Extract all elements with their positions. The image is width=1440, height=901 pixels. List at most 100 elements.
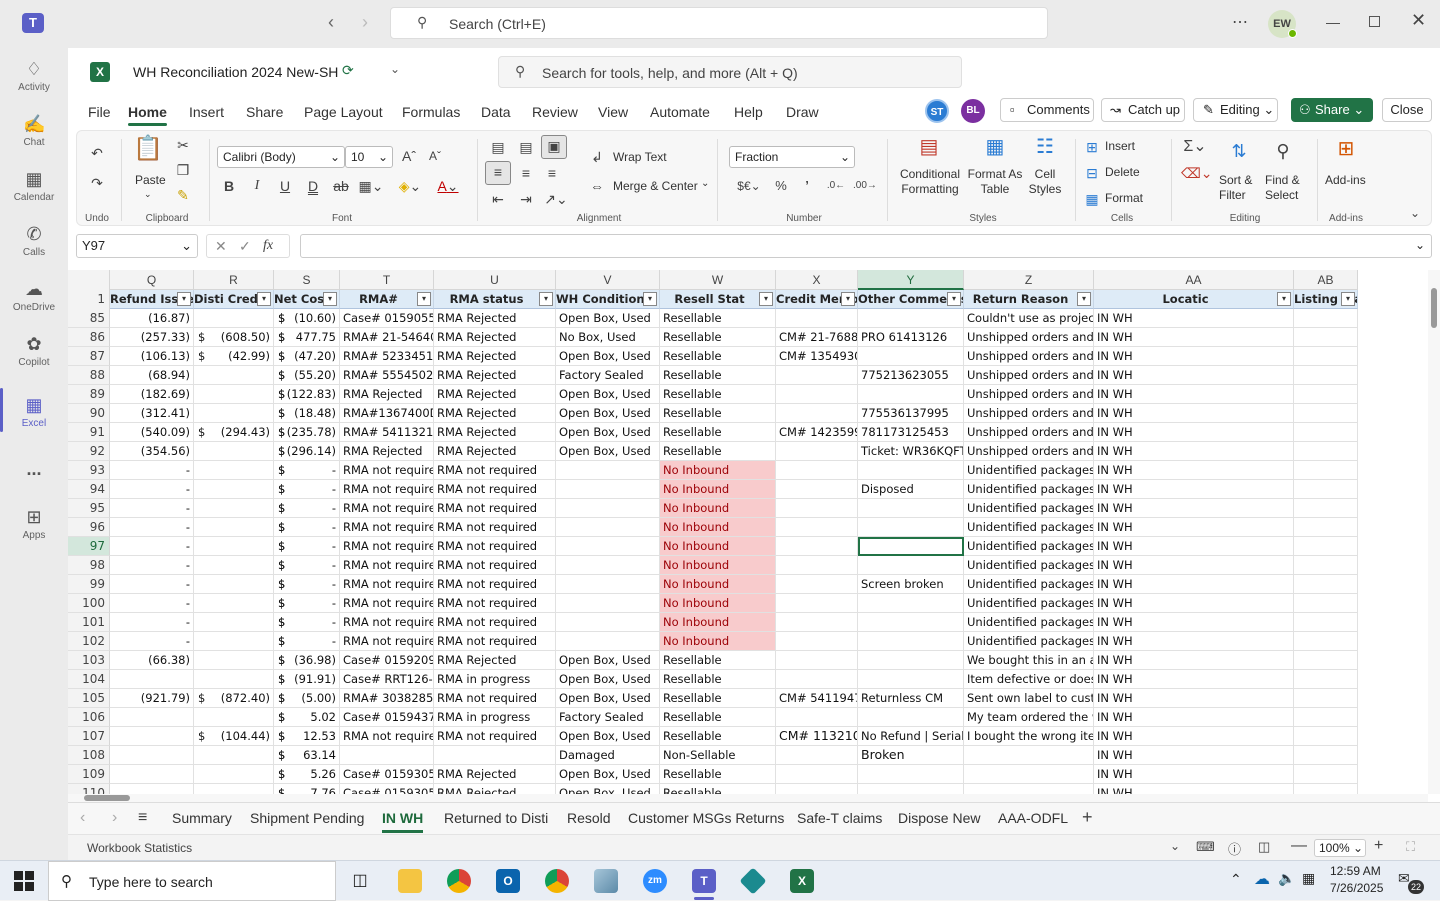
cell-w109[interactable]: Resellable [660,765,776,784]
insert-cells-button[interactable]: Insert [1105,139,1135,153]
cell-aa88[interactable]: IN WH [1094,366,1294,385]
tab-draw[interactable]: Draw [786,104,819,120]
next-sheet-icon[interactable]: › [112,809,117,827]
cell-aa101[interactable]: IN WH [1094,613,1294,632]
cell-t105[interactable]: RMA# 30382856 [340,689,434,708]
cut-icon[interactable]: ✂ [173,135,193,155]
cell-v108[interactable]: Damaged [556,746,660,765]
cell-z94[interactable]: Unidentified packages in wh [964,480,1094,499]
cell-s110[interactable]: $ $7.76 [274,784,340,794]
cell-z85[interactable]: Couldn't use as project finished [964,309,1094,328]
cell-r102[interactable] [194,632,274,651]
cell-x91[interactable]: CM# 142359980 [776,423,858,442]
delete-cells-button[interactable]: Delete [1105,165,1140,179]
cell-x105[interactable]: CM# 5411947801 [776,689,858,708]
cell-v93[interactable] [556,461,660,480]
cell-u105[interactable]: RMA not required [434,689,556,708]
cell-z109[interactable] [964,765,1094,784]
filter-dropdown-icon[interactable]: ▾ [1341,292,1355,306]
column-header-ab[interactable]: AB [1294,270,1358,290]
cell-aa100[interactable]: IN WH [1094,594,1294,613]
column-header-u[interactable]: U [434,270,556,290]
cell-u96[interactable]: RMA not required [434,518,556,537]
cell-y101[interactable] [858,613,964,632]
cell-ab100[interactable] [1294,594,1358,613]
cell-s106[interactable]: $ $5.02 [274,708,340,727]
filter-dropdown-icon[interactable]: ▾ [643,292,657,306]
tab-formulas[interactable]: Formulas [402,104,460,120]
orientation-icon[interactable]: ↗⌄ [541,189,571,209]
paste-label[interactable]: Paste [135,173,166,187]
table-header-cell[interactable]: Credit Memo ▾ [776,290,858,309]
cell-s88[interactable]: $ $ (55.20) [274,366,340,385]
format-as-table-icon[interactable]: ▦ [983,137,1007,157]
tab-insert[interactable]: Insert [189,104,224,120]
cell-t87[interactable]: RMA# 5233451 [340,347,434,366]
wrap-text-icon[interactable]: ↲ [589,147,605,167]
conditional-formatting-button[interactable]: Conditional Formatting [899,167,961,197]
cell-y105[interactable]: Returnless CM [858,689,964,708]
cell-w87[interactable]: Resellable [660,347,776,366]
cell-z87[interactable]: Unshipped orders and RMAs [964,347,1094,366]
table-header-cell[interactable]: Resell Stat ▾ [660,290,776,309]
table-header-cell[interactable]: Other Comments ▾ [858,290,964,309]
cell-t93[interactable]: RMA not required [340,461,434,480]
cancel-entry-icon[interactable]: ✕ [215,235,227,257]
add-ins-icon[interactable]: ⊞ [1333,139,1359,159]
cell-ab99[interactable] [1294,575,1358,594]
close-window-icon[interactable]: ✕ [1411,10,1426,31]
find-select-icon[interactable]: ⚲ [1271,141,1295,161]
cell-s90[interactable]: $ $ (18.48) [274,404,340,423]
cell-z88[interactable]: Unshipped orders and RMAs [964,366,1094,385]
cell-r88[interactable] [194,366,274,385]
cell-ab93[interactable] [1294,461,1358,480]
table-header-cell[interactable]: Net Cos ▾ [274,290,340,309]
rail-item-apps[interactable]: ⊞ Apps [0,500,68,556]
cell-y90[interactable]: 775536137995 [858,404,964,423]
cell-aa107[interactable]: IN WH [1094,727,1294,746]
more-options-icon[interactable]: ⋯ [1232,12,1248,32]
cell-q89[interactable]: (182.69) [110,385,194,404]
row-header[interactable]: 85 [68,309,110,328]
tab-data[interactable]: Data [481,104,511,120]
format-painter-icon[interactable]: ✎ [173,185,193,205]
presence-avatar-bl[interactable]: BL [961,99,985,123]
cell-q104[interactable] [110,670,194,689]
cell-z110[interactable] [964,784,1094,794]
cell-u91[interactable]: RMA Rejected [434,423,556,442]
row-header[interactable]: 103 [68,651,110,670]
decrease-indent-icon[interactable]: ⇤ [487,189,509,209]
cell-y98[interactable] [858,556,964,575]
underline-icon[interactable]: U [275,176,295,196]
cell-z96[interactable]: Unidentified packages in wh [964,518,1094,537]
align-right-icon[interactable]: ≡ [541,163,563,183]
catch-up-button[interactable]: ↝ Catch up [1101,98,1185,122]
filter-dropdown-icon[interactable]: ▾ [841,292,855,306]
app-icon[interactable] [594,869,618,893]
cell-x100[interactable] [776,594,858,613]
cell-q99[interactable]: - [110,575,194,594]
row-header[interactable]: 107 [68,727,110,746]
cell-w86[interactable]: Resellable [660,328,776,347]
sheet-tab-safe-t-claims[interactable]: Safe-T claims [797,810,882,826]
cell-x110[interactable] [776,784,858,794]
cell-t98[interactable]: RMA not required [340,556,434,575]
increase-decimal-icon[interactable]: .0← [825,176,847,196]
confirm-entry-icon[interactable]: ✓ [239,235,251,257]
cell-v98[interactable] [556,556,660,575]
cell-z97[interactable]: Unidentified packages in wh [964,537,1094,556]
app-diamond-icon[interactable] [739,867,767,895]
cell-y97[interactable] [858,537,964,556]
filter-dropdown-icon[interactable]: ▾ [257,292,271,306]
cell-q105[interactable]: (921.79) [110,689,194,708]
cell-w88[interactable]: Resellable [660,366,776,385]
cell-u89[interactable]: RMA Rejected [434,385,556,404]
cell-x99[interactable] [776,575,858,594]
cell-y85[interactable] [858,309,964,328]
row-header[interactable]: 93 [68,461,110,480]
grow-font-icon[interactable]: Aˆ [399,146,419,166]
expand-formula-bar-icon[interactable]: ⌄ [1415,238,1425,252]
cell-q93[interactable]: - [110,461,194,480]
cell-r96[interactable] [194,518,274,537]
cell-aa104[interactable]: IN WH [1094,670,1294,689]
